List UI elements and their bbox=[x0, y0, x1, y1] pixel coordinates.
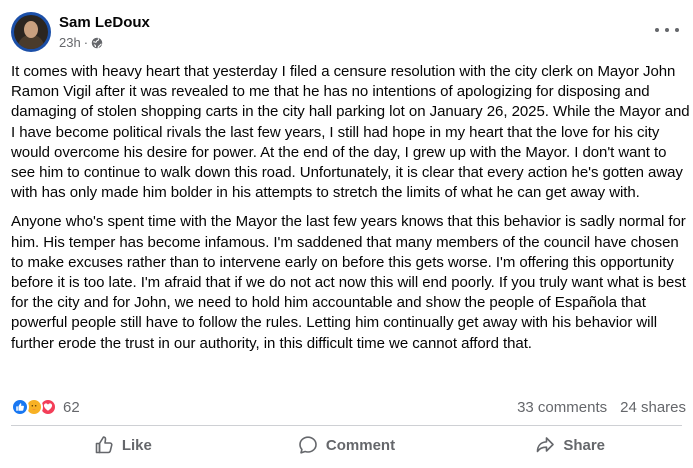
facebook-post: Sam LeDoux 23h · It comes with heavy hea… bbox=[0, 0, 693, 468]
post-paragraph-2: Anyone who's spent time with the Mayor t… bbox=[11, 213, 686, 352]
comments-count[interactable]: 33 comments bbox=[517, 399, 607, 416]
engagement-counts: 33 comments 24 shares bbox=[517, 399, 686, 416]
more-dot bbox=[675, 28, 679, 32]
post-subline: 23h · bbox=[59, 34, 150, 51]
avatar[interactable] bbox=[11, 12, 51, 52]
post-stats: 62 33 comments 24 shares bbox=[11, 396, 686, 418]
thumbs-up-icon bbox=[95, 436, 113, 454]
share-arrow-icon bbox=[537, 437, 555, 453]
reaction-count: 62 bbox=[63, 398, 80, 416]
like-label: Like bbox=[121, 436, 152, 454]
author-name[interactable]: Sam LeDoux bbox=[59, 13, 150, 32]
like-button[interactable]: Like bbox=[11, 427, 235, 463]
share-button[interactable]: Share bbox=[458, 427, 682, 463]
like-icon bbox=[11, 398, 29, 416]
divider bbox=[11, 425, 682, 426]
reactions-summary[interactable]: 62 bbox=[11, 398, 80, 416]
more-dot bbox=[655, 28, 659, 32]
action-bar: Like Comment Share bbox=[11, 427, 682, 463]
avatar-photo bbox=[14, 15, 48, 49]
comment-bubble-icon bbox=[299, 436, 317, 454]
post-header: Sam LeDoux 23h · bbox=[11, 11, 681, 53]
more-options-icon[interactable] bbox=[655, 22, 679, 38]
more-dot bbox=[665, 28, 669, 32]
comment-button[interactable]: Comment bbox=[235, 427, 459, 463]
post-timestamp[interactable]: 23h bbox=[59, 34, 81, 51]
comment-label: Comment bbox=[325, 436, 396, 454]
post-meta: Sam LeDoux 23h · bbox=[59, 13, 150, 51]
separator-dot: · bbox=[83, 35, 89, 50]
shares-count[interactable]: 24 shares bbox=[620, 399, 686, 416]
globe-icon[interactable] bbox=[91, 37, 103, 49]
post-paragraph-1: It comes with heavy heart that yesterday… bbox=[11, 63, 690, 202]
post-body: It comes with heavy heart that yesterday… bbox=[11, 62, 691, 363]
avatar-figure-face bbox=[24, 21, 38, 38]
share-label: Share bbox=[563, 436, 606, 454]
